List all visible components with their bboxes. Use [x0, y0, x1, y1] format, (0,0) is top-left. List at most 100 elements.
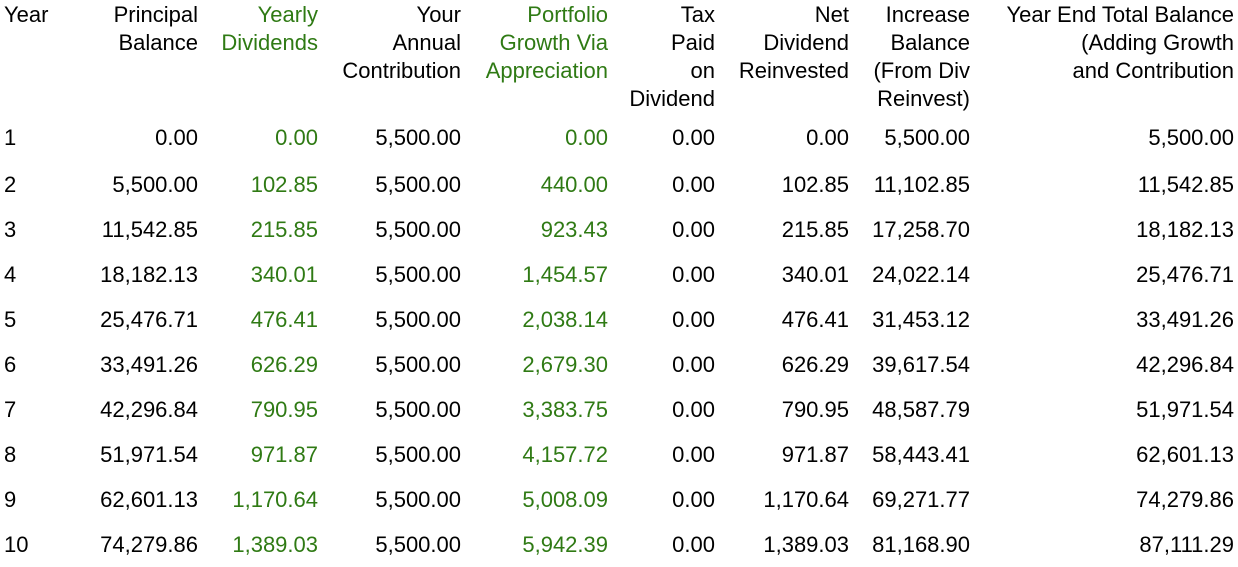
- cell-year-end-total: 87,111.29: [1139, 532, 1234, 557]
- cell-yearly-dividends: 1,170.64: [232, 487, 318, 512]
- cell-portfolio-growth: 2,679.30: [522, 352, 608, 377]
- header-year: Year: [4, 2, 49, 27]
- cell-principal-balance: 18,182.13: [100, 262, 198, 287]
- cell-tax-paid: 0.00: [672, 487, 715, 512]
- table-row: 5 25,476.71 476.41 5,500.00 2,038.14 0.0…: [0, 297, 1238, 342]
- cell-principal-balance: 25,476.71: [100, 307, 198, 332]
- cell-yearly-dividends: 102.85: [250, 172, 318, 197]
- cell-net-dividend: 1,389.03: [763, 532, 849, 557]
- cell-portfolio-growth: 923.43: [540, 217, 608, 242]
- cell-year: 8: [4, 442, 17, 467]
- table-row: 2 5,500.00 102.85 5,500.00 440.00 0.00 1…: [0, 162, 1238, 207]
- header-yearly-dividends: Yearly Dividends: [221, 2, 318, 55]
- table-row: 8 51,971.54 971.87 5,500.00 4,157.72 0.0…: [0, 432, 1238, 477]
- cell-increase-balance: 39,617.54: [872, 352, 970, 377]
- cell-portfolio-growth: 4,157.72: [522, 442, 608, 467]
- cell-tax-paid: 0.00: [672, 397, 715, 422]
- cell-year: 10: [4, 532, 29, 557]
- cell-year: 2: [4, 172, 17, 197]
- cell-annual-contribution: 5,500.00: [375, 125, 461, 150]
- header-tax-paid: Tax Paid on Dividend: [629, 2, 715, 111]
- cell-net-dividend: 340.01: [781, 262, 849, 287]
- cell-annual-contribution: 5,500.00: [375, 217, 461, 242]
- cell-portfolio-growth: 5,942.39: [522, 532, 608, 557]
- cell-increase-balance: 69,271.77: [872, 487, 970, 512]
- cell-portfolio-growth: 5,008.09: [522, 487, 608, 512]
- cell-increase-balance: 48,587.79: [872, 397, 970, 422]
- cell-annual-contribution: 5,500.00: [375, 172, 461, 197]
- header-year-end-total: Year End Total Balance (Adding Growth an…: [1006, 2, 1234, 83]
- cell-year-end-total: 51,971.54: [1136, 397, 1234, 422]
- header-row: Year Principal Balance Yearly Dividends …: [0, 0, 1238, 113]
- table-row: 9 62,601.13 1,170.64 5,500.00 5,008.09 0…: [0, 477, 1238, 522]
- cell-principal-balance: 74,279.86: [100, 532, 198, 557]
- cell-tax-paid: 0.00: [672, 217, 715, 242]
- cell-tax-paid: 0.00: [672, 262, 715, 287]
- cell-increase-balance: 31,453.12: [872, 307, 970, 332]
- cell-tax-paid: 0.00: [672, 125, 715, 150]
- table-row: 1 0.00 0.00 5,500.00 0.00 0.00 0.00 5,50…: [0, 113, 1238, 162]
- cell-annual-contribution: 5,500.00: [375, 487, 461, 512]
- cell-portfolio-growth: 440.00: [540, 172, 608, 197]
- cell-year: 3: [4, 217, 17, 242]
- cell-net-dividend: 215.85: [781, 217, 849, 242]
- cell-yearly-dividends: 1,389.03: [232, 532, 318, 557]
- cell-net-dividend: 790.95: [781, 397, 849, 422]
- table-row: 6 33,491.26 626.29 5,500.00 2,679.30 0.0…: [0, 342, 1238, 387]
- cell-net-dividend: 0.00: [806, 125, 849, 150]
- cell-portfolio-growth: 1,454.57: [522, 262, 608, 287]
- header-annual-contribution: Your Annual Contribution: [342, 2, 461, 83]
- cell-portfolio-growth: 3,383.75: [522, 397, 608, 422]
- cell-net-dividend: 971.87: [781, 442, 849, 467]
- table-row: 3 11,542.85 215.85 5,500.00 923.43 0.00 …: [0, 207, 1238, 252]
- cell-increase-balance: 24,022.14: [872, 262, 970, 287]
- cell-yearly-dividends: 476.41: [250, 307, 318, 332]
- table-row: 4 18,182.13 340.01 5,500.00 1,454.57 0.0…: [0, 252, 1238, 297]
- cell-increase-balance: 81,168.90: [872, 532, 970, 557]
- cell-year-end-total: 33,491.26: [1136, 307, 1234, 332]
- cell-annual-contribution: 5,500.00: [375, 442, 461, 467]
- dividend-growth-table: Year Principal Balance Yearly Dividends …: [0, 0, 1238, 567]
- cell-net-dividend: 476.41: [781, 307, 849, 332]
- cell-year-end-total: 11,542.85: [1137, 172, 1234, 197]
- cell-yearly-dividends: 790.95: [250, 397, 318, 422]
- cell-year: 7: [4, 397, 17, 422]
- cell-tax-paid: 0.00: [672, 532, 715, 557]
- cell-principal-balance: 62,601.13: [100, 487, 198, 512]
- cell-yearly-dividends: 626.29: [250, 352, 318, 377]
- cell-tax-paid: 0.00: [672, 172, 715, 197]
- cell-year-end-total: 74,279.86: [1136, 487, 1234, 512]
- cell-portfolio-growth: 2,038.14: [522, 307, 608, 332]
- cell-principal-balance: 0.00: [155, 125, 198, 150]
- header-increase-balance: Increase Balance (From Div Reinvest): [873, 2, 970, 111]
- cell-annual-contribution: 5,500.00: [375, 352, 461, 377]
- cell-year: 9: [4, 487, 17, 512]
- cell-year-end-total: 18,182.13: [1136, 217, 1234, 242]
- cell-principal-balance: 5,500.00: [112, 172, 198, 197]
- cell-year: 1: [4, 125, 17, 150]
- cell-year-end-total: 5,500.00: [1148, 125, 1234, 150]
- cell-net-dividend: 1,170.64: [763, 487, 849, 512]
- cell-net-dividend: 626.29: [781, 352, 849, 377]
- cell-increase-balance: 5,500.00: [884, 125, 970, 150]
- cell-yearly-dividends: 0.00: [275, 125, 318, 150]
- header-principal-balance: Principal Balance: [113, 2, 198, 55]
- cell-portfolio-growth: 0.00: [565, 125, 608, 150]
- cell-increase-balance: 11,102.85: [873, 172, 970, 197]
- cell-yearly-dividends: 971.87: [250, 442, 318, 467]
- cell-year: 6: [4, 352, 17, 377]
- cell-principal-balance: 51,971.54: [100, 442, 198, 467]
- cell-year: 4: [4, 262, 17, 287]
- cell-year: 5: [4, 307, 17, 332]
- header-portfolio-growth: Portfolio Growth Via Appreciation: [485, 2, 608, 83]
- cell-annual-contribution: 5,500.00: [375, 532, 461, 557]
- cell-year-end-total: 62,601.13: [1136, 442, 1234, 467]
- cell-principal-balance: 42,296.84: [100, 397, 198, 422]
- cell-increase-balance: 17,258.70: [872, 217, 970, 242]
- cell-tax-paid: 0.00: [672, 352, 715, 377]
- cell-annual-contribution: 5,500.00: [375, 307, 461, 332]
- cell-principal-balance: 33,491.26: [100, 352, 198, 377]
- cell-year-end-total: 42,296.84: [1136, 352, 1234, 377]
- cell-annual-contribution: 5,500.00: [375, 262, 461, 287]
- table-row: 7 42,296.84 790.95 5,500.00 3,383.75 0.0…: [0, 387, 1238, 432]
